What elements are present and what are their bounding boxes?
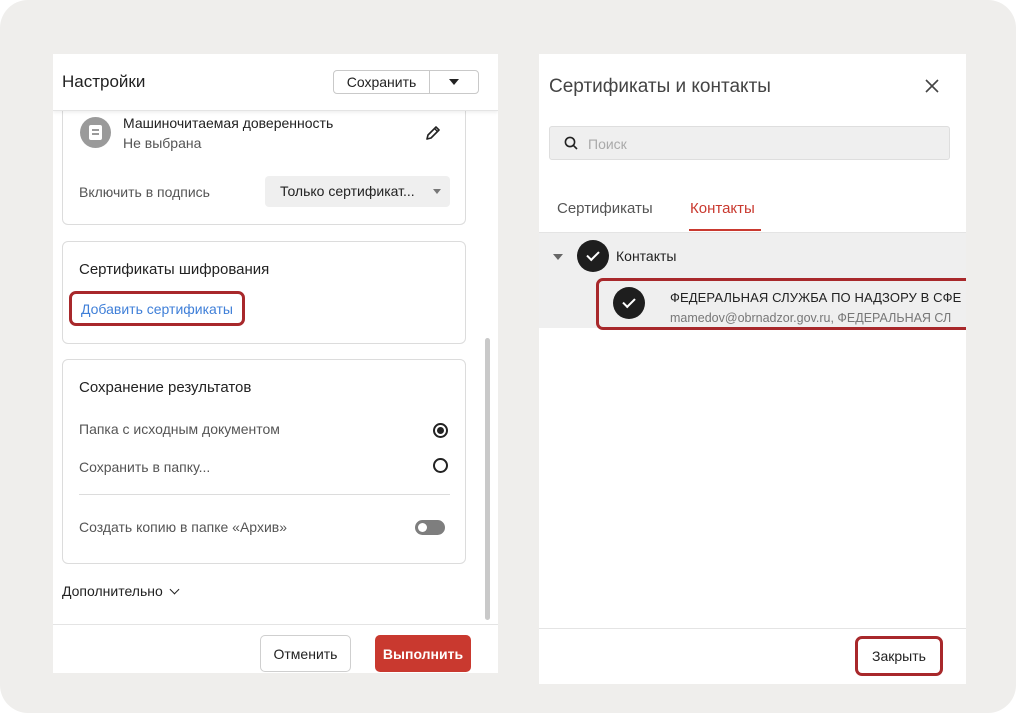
pencil-icon[interactable] [425, 125, 441, 141]
screenshot-frame: Машиночитаемая доверенность Не выбрана В… [0, 0, 1016, 713]
mrd-title: Машиночитаемая доверенность [123, 115, 334, 131]
scrollbar[interactable] [485, 338, 490, 620]
divider [79, 494, 450, 495]
add-certificates-link[interactable]: Добавить сертификаты [69, 291, 245, 326]
contacts-dialog: Сертификаты и контакты Сертификаты Конта… [539, 54, 966, 684]
caret-down-icon [433, 189, 441, 194]
include-in-signature-value: Только сертификат... [280, 183, 415, 199]
document-avatar-icon [80, 117, 111, 148]
include-in-signature-select[interactable]: Только сертификат... [265, 176, 450, 207]
search-icon [564, 136, 578, 150]
mrd-value: Не выбрана [123, 135, 202, 151]
option-source-folder-radio[interactable] [433, 423, 448, 438]
run-button[interactable]: Выполнить [375, 635, 471, 672]
more-options-label: Дополнительно [62, 583, 163, 599]
option-source-folder-label: Папка с исходным документом [79, 421, 280, 437]
contacts-group-row[interactable]: Контакты [539, 233, 966, 279]
archive-copy-label: Создать копию в папке «Архив» [79, 519, 287, 535]
chevron-down-icon [169, 584, 180, 594]
expand-caret-icon[interactable] [553, 254, 563, 260]
encryption-card: Сертификаты шифрования Добавить сертифик… [62, 241, 466, 344]
search-box [549, 126, 950, 161]
caret-down-icon [449, 79, 459, 85]
check-icon [586, 247, 600, 262]
dialog-footer-divider [539, 628, 966, 629]
active-tab-indicator [689, 229, 761, 231]
search-input[interactable] [586, 127, 940, 161]
results-card: Сохранение результатов Папка с исходным … [62, 359, 466, 564]
archive-copy-toggle[interactable] [415, 520, 445, 535]
contact-highlight [596, 278, 966, 330]
settings-panel: Машиночитаемая доверенность Не выбрана В… [53, 54, 498, 673]
group-checkbox[interactable] [577, 240, 609, 272]
include-in-signature-label: Включить в подпись [79, 184, 210, 200]
more-options-toggle[interactable]: Дополнительно [62, 583, 180, 599]
cancel-button[interactable]: Отменить [260, 635, 351, 672]
save-button[interactable]: Сохранить [334, 71, 430, 93]
close-button[interactable]: Закрыть [855, 636, 943, 676]
close-icon[interactable] [924, 78, 940, 94]
option-save-to-folder-radio[interactable] [433, 458, 448, 473]
page-title: Настройки [62, 72, 146, 91]
tab-certificates[interactable]: Сертификаты [557, 200, 653, 217]
settings-footer: Отменить Выполнить [53, 624, 498, 673]
list-item[interactable]: ФЕДЕРАЛЬНАЯ СЛУЖБА ПО НАДЗОРУ В СФЕ mame… [539, 278, 966, 330]
results-heading: Сохранение результатов [79, 379, 252, 396]
save-split-button: Сохранить [333, 70, 479, 94]
dialog-title: Сертификаты и контакты [549, 76, 771, 97]
save-dropdown-button[interactable] [430, 71, 478, 93]
signature-card: Машиночитаемая доверенность Не выбрана В… [62, 94, 466, 225]
group-label: Контакты [616, 248, 677, 264]
option-save-to-folder-label: Сохранить в папку... [79, 459, 211, 475]
settings-header: Настройки Сохранить [53, 54, 498, 111]
tab-contacts[interactable]: Контакты [690, 200, 755, 217]
encryption-heading: Сертификаты шифрования [79, 261, 270, 278]
